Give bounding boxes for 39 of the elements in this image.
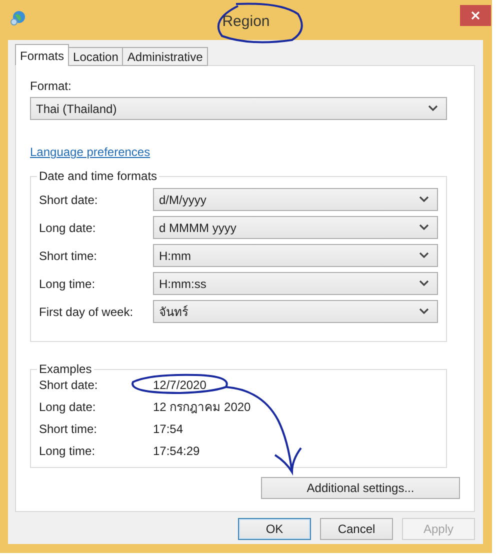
globe-icon [10, 10, 26, 26]
window-title: Region [222, 13, 270, 30]
field-label: Long date: [39, 220, 97, 234]
chevron-down-icon [419, 308, 429, 315]
field-label: Short date: [39, 377, 99, 393]
dialog-button[interactable]: OK [238, 518, 311, 540]
group-title: Examples [38, 362, 93, 376]
language-preferences-link[interactable]: Language preferences [30, 145, 150, 159]
close-icon [471, 11, 480, 20]
format-dropdown[interactable]: Thai (Thailand) [30, 97, 447, 120]
field-label: Long date: [39, 399, 97, 415]
chevron-down-icon [419, 224, 429, 231]
format-dropdown[interactable]: d MMMM yyyy [153, 216, 438, 239]
chevron-down-icon [419, 252, 429, 259]
field-label: Short time: [39, 421, 98, 437]
field-label: Short date: [39, 192, 99, 206]
field-label: Short time: [39, 248, 98, 262]
example-value: 12/7/2020 [153, 377, 208, 393]
dialog-button[interactable]: Cancel [320, 518, 393, 540]
field-label: Long time: [39, 276, 96, 290]
format-dropdown[interactable]: จันทร์ [153, 300, 438, 323]
field-label: Format: [30, 79, 72, 93]
field-label: Long time: [39, 443, 96, 459]
tab[interactable]: Formats [15, 44, 70, 66]
chevron-down-icon [419, 280, 429, 287]
example-value: 12 กรกฎาคม 2020 [153, 399, 252, 415]
format-dropdown[interactable]: H:mm:ss [153, 272, 438, 295]
example-value: 17:54:29 [153, 443, 201, 459]
chevron-down-icon [428, 105, 438, 112]
format-dropdown[interactable]: H:mm [153, 244, 438, 267]
tab[interactable]: Location [68, 47, 124, 66]
example-value: 17:54 [153, 421, 184, 437]
additional-settings-button[interactable]: Additional settings... [261, 477, 460, 499]
group-title: Date and time formats [38, 169, 158, 183]
chevron-down-icon [419, 196, 429, 203]
close-button[interactable] [460, 5, 491, 26]
format-dropdown[interactable]: d/M/yyyy [153, 188, 438, 211]
field-label: First day of week: [39, 304, 134, 318]
tab[interactable]: Administrative [122, 47, 208, 66]
